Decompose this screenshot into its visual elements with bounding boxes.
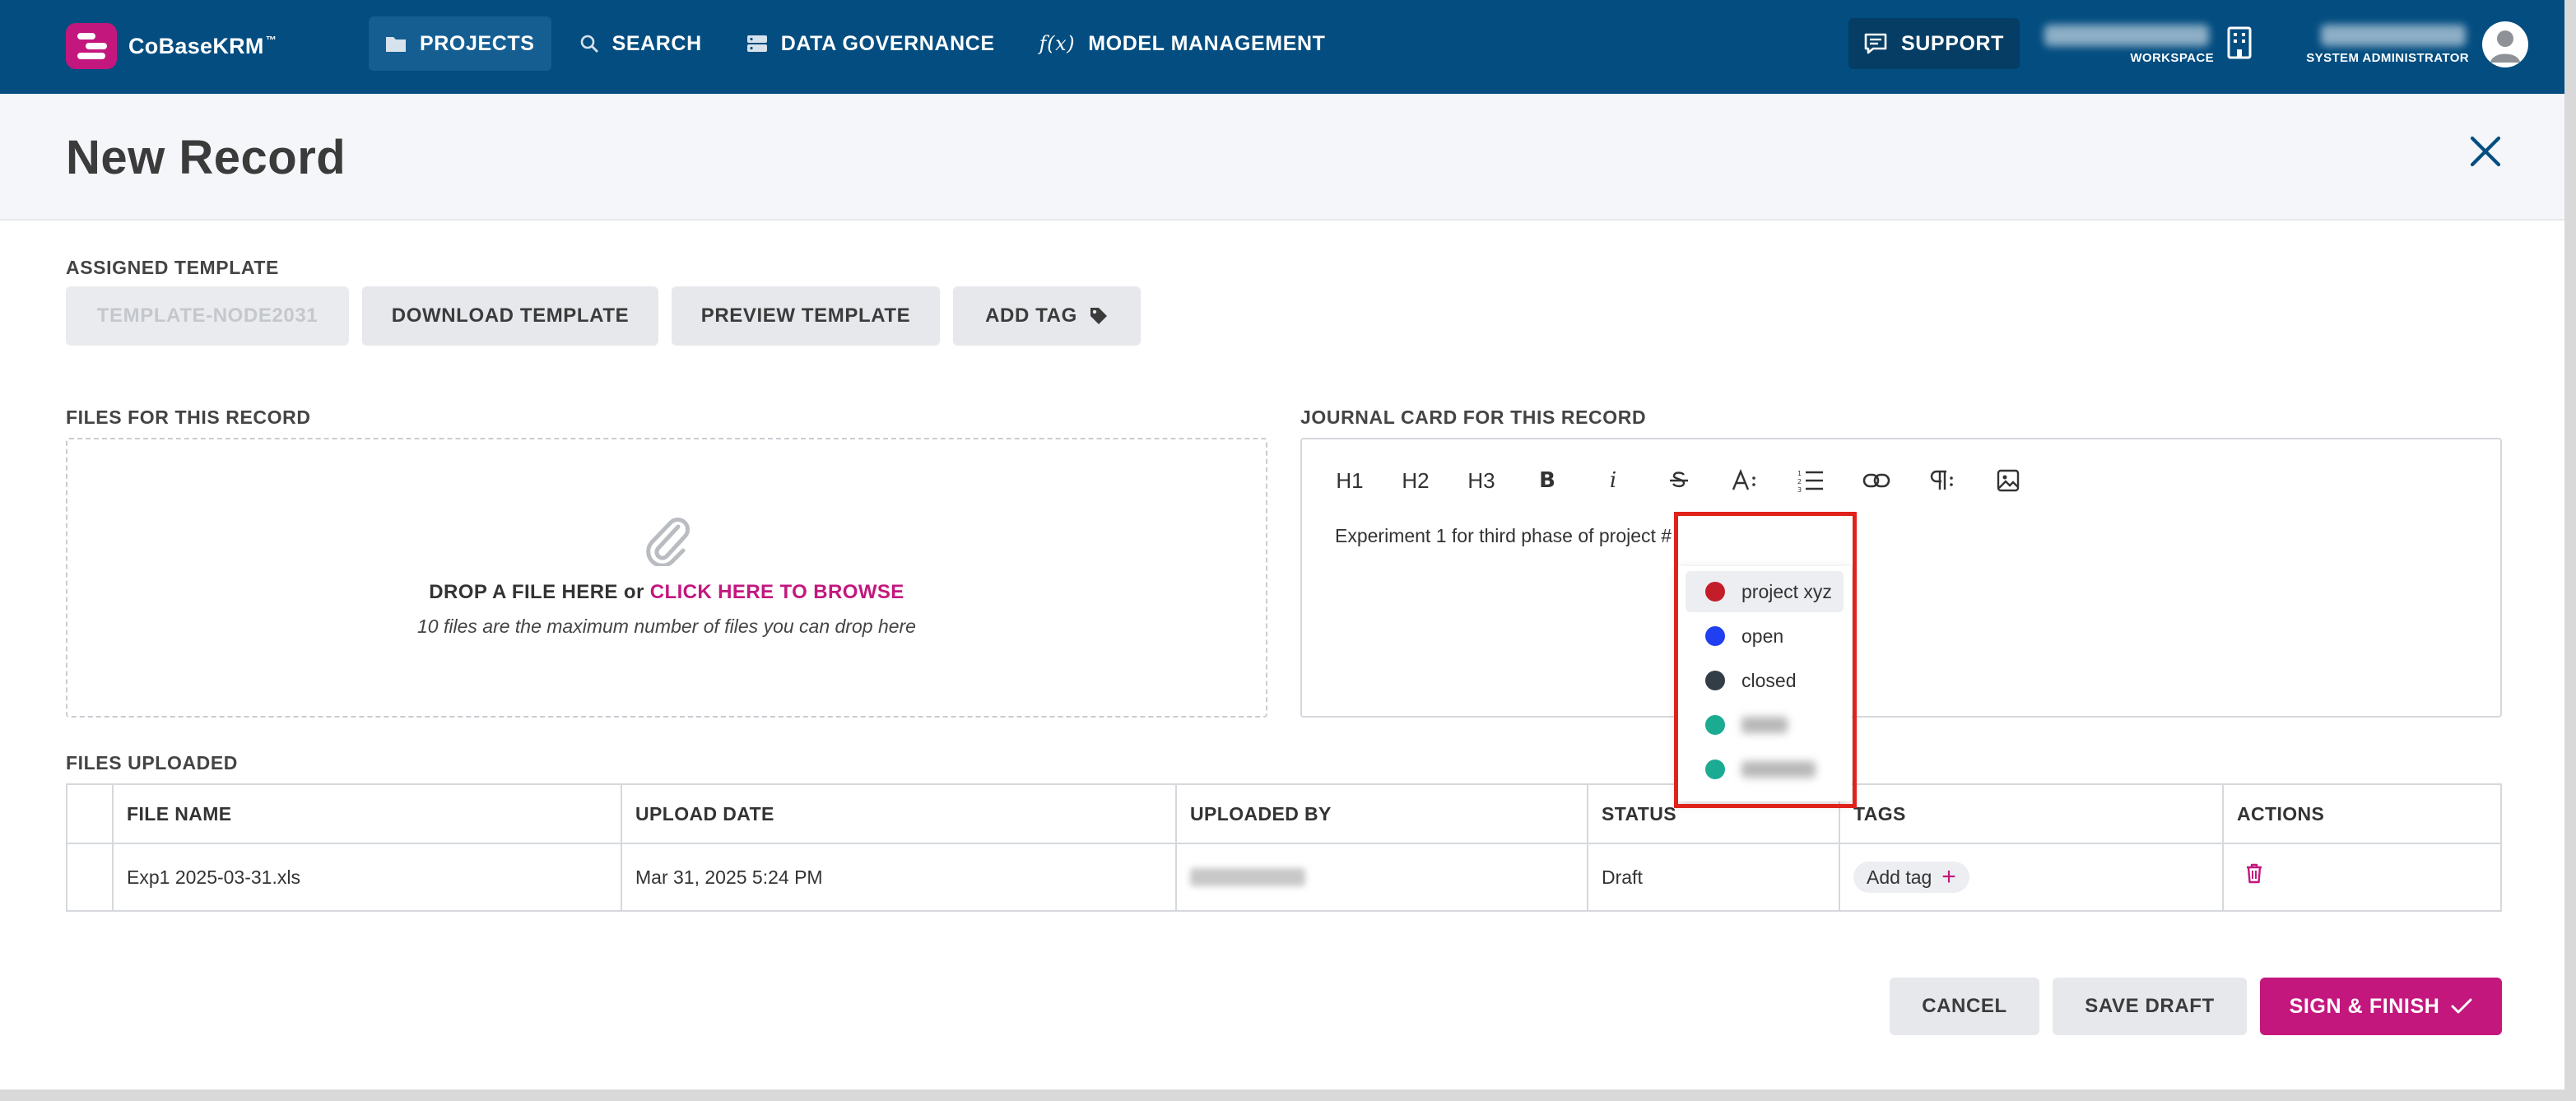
cancel-button[interactable]: CANCEL bbox=[1890, 978, 2039, 1035]
user-icon bbox=[2490, 30, 2520, 63]
nav-search[interactable]: SEARCH bbox=[563, 16, 718, 71]
user-menu[interactable]: SYSTEM ADMINISTRATOR bbox=[2296, 21, 2469, 67]
drop-instructions: DROP A FILE HERE or CLICK HERE TO BROWSE bbox=[429, 581, 904, 603]
app-logo[interactable]: CoBaseKRM ™ bbox=[66, 21, 277, 71]
building-icon[interactable] bbox=[2227, 26, 2252, 59]
paperclip-icon bbox=[646, 518, 690, 566]
template-name-field: TEMPLATE-NODE2031 bbox=[66, 286, 349, 346]
heading-1-button[interactable]: H1 bbox=[1317, 459, 1383, 502]
column-actions: ACTIONS bbox=[2237, 802, 2325, 825]
app-name: CoBaseKRM ™ bbox=[128, 33, 277, 58]
row-select-cell[interactable] bbox=[67, 844, 114, 910]
column-upload-date[interactable]: UPLOAD DATE bbox=[622, 785, 1177, 843]
workspace-label: WORKSPACE bbox=[2130, 51, 2214, 65]
annotation-highlight bbox=[1674, 512, 1857, 808]
download-template-button[interactable]: DOWNLOAD TEMPLATE bbox=[362, 286, 658, 346]
tag-icon bbox=[1090, 308, 1107, 324]
file-name-cell: Exp1 2025-03-31.xls bbox=[114, 844, 622, 910]
upload-date-cell: Mar 31, 2025 5:24 PM bbox=[622, 844, 1177, 910]
assigned-template-label: ASSIGNED TEMPLATE bbox=[66, 257, 279, 278]
database-icon bbox=[746, 35, 767, 52]
font-size-icon[interactable] bbox=[1712, 459, 1778, 502]
trash-icon[interactable] bbox=[2245, 862, 2263, 884]
svg-text:3: 3 bbox=[1797, 486, 1802, 493]
paragraph-icon[interactable] bbox=[1909, 459, 1975, 502]
editor-toolbar: H1 H2 H3 B i 123 bbox=[1317, 459, 2041, 502]
heading-2-button[interactable]: H2 bbox=[1383, 459, 1448, 502]
link-icon[interactable] bbox=[1844, 459, 1909, 502]
main-nav: PROJECTS SEARCH DATA GOVERNANCE f(x) MOD… bbox=[369, 16, 1354, 71]
table-header: FILE NAME UPLOAD DATE UPLOADED BY STATUS… bbox=[67, 785, 2500, 844]
workspace-switcher[interactable]: WORKSPACE bbox=[2041, 21, 2214, 67]
row-add-tag-button[interactable]: Add tag + bbox=[1853, 862, 1969, 893]
nav-model-management[interactable]: f(x) MODEL MANAGEMENT bbox=[1023, 16, 1342, 71]
journal-editor[interactable]: H1 H2 H3 B i 123 Experiment 1 for third … bbox=[1300, 438, 2502, 718]
file-dropzone[interactable]: DROP A FILE HERE or CLICK HERE TO BROWSE… bbox=[66, 438, 1267, 718]
sign-finish-button[interactable]: SIGN & FINISH bbox=[2260, 978, 2502, 1035]
svg-text:2: 2 bbox=[1797, 478, 1802, 485]
folder-icon bbox=[386, 37, 406, 52]
plus-icon: + bbox=[1941, 863, 1956, 890]
journal-section-label: JOURNAL CARD FOR THIS RECORD bbox=[1300, 406, 1647, 428]
heading-3-button[interactable]: H3 bbox=[1448, 459, 1514, 502]
italic-icon[interactable]: i bbox=[1580, 459, 1646, 502]
svg-text:1: 1 bbox=[1797, 470, 1802, 477]
function-icon: f(x) bbox=[1039, 32, 1076, 55]
journal-text[interactable]: Experiment 1 for third phase of project … bbox=[1335, 525, 1672, 547]
nav-data-governance[interactable]: DATA GOVERNANCE bbox=[730, 16, 1011, 71]
actions-cell bbox=[2224, 844, 2504, 910]
files-table: FILE NAME UPLOAD DATE UPLOADED BY STATUS… bbox=[66, 783, 2502, 912]
save-draft-button[interactable]: SAVE DRAFT bbox=[2053, 978, 2247, 1035]
add-tag-button[interactable]: ADD TAG bbox=[953, 286, 1141, 346]
strikethrough-icon[interactable] bbox=[1646, 459, 1712, 502]
column-tags[interactable]: TAGS bbox=[1840, 785, 2224, 843]
files-section-label: FILES FOR THIS RECORD bbox=[66, 406, 311, 428]
column-file-name[interactable]: FILE NAME bbox=[114, 785, 622, 843]
ordered-list-icon[interactable]: 123 bbox=[1778, 459, 1844, 502]
close-icon[interactable] bbox=[2467, 133, 2504, 170]
status-cell: Draft bbox=[1588, 844, 1840, 910]
browse-link[interactable]: CLICK HERE TO BROWSE bbox=[650, 581, 904, 603]
uploader-name-redacted bbox=[1190, 868, 1305, 886]
table-row[interactable]: Exp1 2025-03-31.xls Mar 31, 2025 5:24 PM… bbox=[67, 844, 2500, 910]
workspace-name-redacted bbox=[2044, 25, 2209, 46]
page-title: New Record bbox=[66, 131, 346, 184]
preview-template-button[interactable]: PREVIEW TEMPLATE bbox=[672, 286, 940, 346]
user-name-redacted bbox=[2321, 25, 2466, 46]
support-button[interactable]: SUPPORT bbox=[1848, 18, 2020, 69]
tags-cell: Add tag + bbox=[1840, 844, 2224, 910]
app-window: CoBaseKRM ™ PROJECTS SEARCH DATA GOVERNAN… bbox=[0, 0, 2564, 1089]
top-navbar: CoBaseKRM ™ PROJECTS SEARCH DATA GOVERNAN… bbox=[0, 0, 2564, 94]
select-column-header bbox=[67, 785, 114, 843]
chat-icon bbox=[1864, 33, 1887, 54]
image-icon[interactable] bbox=[1975, 459, 2041, 502]
user-role: SYSTEM ADMINISTRATOR bbox=[2306, 51, 2469, 65]
page-header bbox=[0, 94, 2564, 221]
search-icon bbox=[580, 35, 598, 53]
uploaded-by-cell bbox=[1177, 844, 1588, 910]
drop-limit-note: 10 files are the maximum number of files… bbox=[417, 616, 916, 637]
nav-projects[interactable]: PROJECTS bbox=[369, 16, 551, 71]
files-uploaded-label: FILES UPLOADED bbox=[66, 752, 239, 773]
column-uploaded-by[interactable]: UPLOADED BY bbox=[1177, 785, 1588, 843]
check-icon bbox=[2451, 998, 2472, 1014]
avatar[interactable] bbox=[2482, 21, 2528, 67]
logo-icon bbox=[66, 23, 117, 69]
bold-icon[interactable]: B bbox=[1514, 459, 1580, 502]
